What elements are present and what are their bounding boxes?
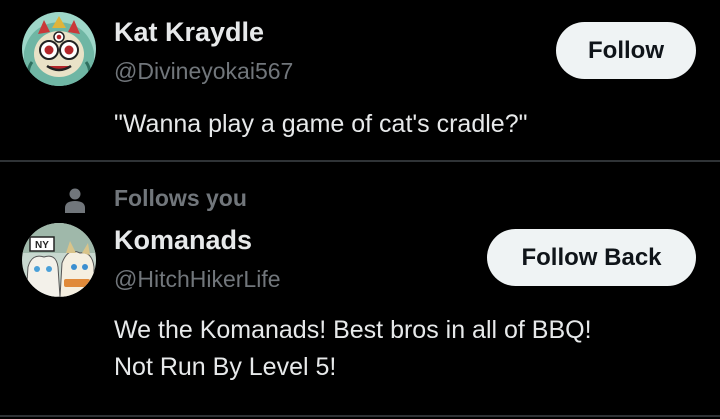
bio-line: "Wanna play a game of cat's cradle?" bbox=[114, 110, 528, 138]
bio-line: We the Komanads! Best bros in all of BBQ… bbox=[114, 316, 592, 344]
komanads-avatar-image: NY bbox=[22, 223, 96, 297]
follow-back-button[interactable]: Follow Back bbox=[487, 229, 696, 286]
follow-button[interactable]: Follow bbox=[556, 22, 696, 79]
user-bio: We the Komanads! Best bros in all of BBQ… bbox=[114, 312, 592, 386]
who-to-follow-list: Kat Kraydle @Divineyokai567 "Wanna play … bbox=[0, 0, 720, 419]
avatar-badge: NY bbox=[35, 240, 49, 251]
user-cell[interactable]: Kat Kraydle @Divineyokai567 "Wanna play … bbox=[0, 0, 720, 160]
user-cell[interactable]: Follows you NY Komanads @HitchHikerLife … bbox=[0, 162, 720, 419]
user-handle[interactable]: @HitchHikerLife bbox=[114, 266, 281, 293]
yokai-avatar-image bbox=[22, 12, 96, 86]
display-name[interactable]: Komanads bbox=[114, 225, 252, 256]
avatar[interactable] bbox=[22, 12, 96, 86]
bio-line: Not Run By Level 5! bbox=[114, 353, 337, 381]
avatar[interactable]: NY bbox=[22, 223, 96, 297]
display-name[interactable]: Kat Kraydle bbox=[114, 17, 264, 48]
user-handle[interactable]: @Divineyokai567 bbox=[114, 58, 293, 85]
user-bio: "Wanna play a game of cat's cradle?" bbox=[114, 106, 527, 143]
divider bbox=[0, 415, 720, 417]
follows-you-label: Follows you bbox=[114, 185, 247, 211]
person-icon bbox=[65, 188, 85, 213]
social-context: Follows you bbox=[0, 183, 400, 215]
